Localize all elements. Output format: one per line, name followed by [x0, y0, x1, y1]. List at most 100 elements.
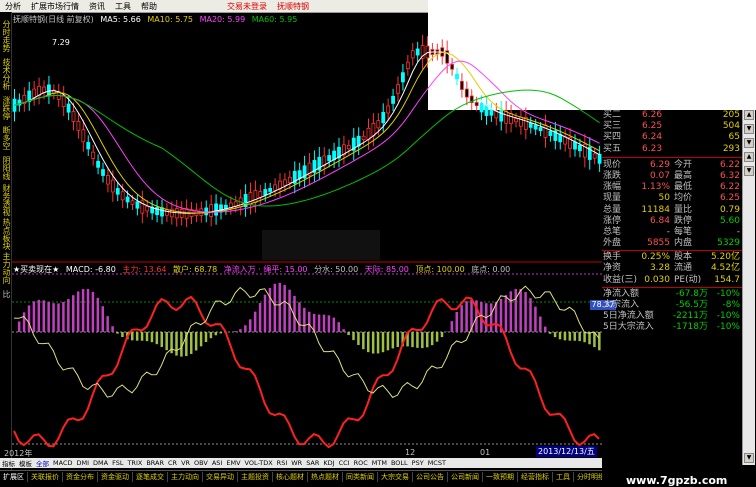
- bottom-tab-4[interactable]: 逐笔成交: [133, 471, 168, 482]
- bottom-tab-0[interactable]: 扩展区: [0, 471, 28, 482]
- bottom-tab-6[interactable]: 交易异动: [203, 471, 238, 482]
- indicator-0[interactable]: 指标: [0, 458, 17, 468]
- indicator-9[interactable]: CR: [166, 459, 179, 467]
- indicator-1[interactable]: 模板: [17, 458, 34, 468]
- indicator-4[interactable]: DMI: [74, 459, 91, 467]
- indicator-13[interactable]: EMV: [224, 459, 242, 467]
- indicator-19[interactable]: CCI: [337, 459, 352, 467]
- indicator-name[interactable]: ★买卖现在★: [13, 265, 59, 274]
- indicator-14[interactable]: VOL-TDX: [243, 459, 275, 467]
- candle-body: [460, 80, 464, 90]
- scroll-btn-1[interactable]: ▼: [744, 124, 754, 134]
- indicator-5[interactable]: DMA: [91, 459, 110, 467]
- bottom-tab-15[interactable]: 经营指标: [518, 471, 553, 482]
- candle-body: [258, 191, 263, 198]
- candle-body: [519, 116, 523, 127]
- tool-jishu[interactable]: 技术分析: [1, 58, 12, 90]
- indicator-22[interactable]: BOLL: [389, 459, 410, 467]
- tool-zhuli[interactable]: 主力动向: [1, 252, 12, 284]
- candle-body: [32, 88, 37, 98]
- candle-body: [361, 135, 366, 141]
- sub-bar: [278, 282, 281, 332]
- menu-info[interactable]: 资讯: [84, 1, 110, 12]
- sub-bar: [303, 307, 306, 332]
- scrollbar[interactable]: ▲ ▼ ▼ ▲ ▼ ▼: [742, 110, 755, 465]
- sub-bar: [47, 301, 50, 332]
- indicator-10[interactable]: VR: [179, 459, 192, 467]
- sub-bar: [317, 314, 321, 332]
- sub-bar: [234, 331, 237, 332]
- indicator-24[interactable]: MCST: [426, 459, 448, 467]
- menu-tools[interactable]: 工具: [110, 1, 136, 12]
- bottom-tab-12[interactable]: 公司公告: [413, 471, 448, 482]
- indicator-11[interactable]: OBV: [192, 459, 210, 467]
- sub-bar: [288, 289, 291, 332]
- main-chart-header: 抚顺特钢(日线 前复权) MA5: 5.66 MA10: 5.75 MA20: …: [13, 14, 301, 25]
- bottom-tab-9[interactable]: 热点题材: [308, 471, 343, 482]
- menu-analysis[interactable]: 分析: [0, 1, 26, 12]
- didian-value: 底点: 0.00: [471, 265, 511, 274]
- bottom-tab-10[interactable]: 同类新闻: [343, 471, 378, 482]
- bottom-tab-2[interactable]: 资金分布: [63, 471, 98, 482]
- indicator-16[interactable]: WR: [289, 459, 304, 467]
- bottom-tab-17[interactable]: 分时明细: [574, 472, 602, 482]
- indicator-12[interactable]: ASI: [210, 459, 225, 467]
- bottom-tab-3[interactable]: 资金驱动: [98, 471, 133, 482]
- indicator-23[interactable]: PSY: [410, 459, 426, 467]
- indicator-15[interactable]: RSI: [275, 459, 290, 467]
- indicator-8[interactable]: BRAR: [144, 459, 166, 467]
- ma5-label: MA5: 5.66: [100, 15, 141, 24]
- quote-label: 流通: [674, 263, 693, 274]
- tool-duokong[interactable]: 断多空: [1, 126, 12, 150]
- bottom-tab-16[interactable]: 工具: [553, 471, 574, 482]
- bottom-tab-5[interactable]: 主力动向: [168, 471, 203, 482]
- trade-login-status[interactable]: 交易未登录: [222, 1, 272, 12]
- menu-help[interactable]: 帮助: [136, 1, 162, 12]
- quote-label: PE(动): [674, 274, 702, 285]
- bottom-tab-1[interactable]: 关联报价: [28, 471, 63, 482]
- scroll-btn-2[interactable]: ▼: [744, 138, 754, 148]
- bottom-tab-11[interactable]: 大宗交易: [378, 471, 413, 482]
- tool-fenshi[interactable]: 分时走势: [1, 20, 12, 52]
- indicator-7[interactable]: TRIX: [125, 459, 144, 467]
- jlr-value: 净流入万 · 绳平: 15.00: [223, 265, 308, 274]
- bottom-tab-14[interactable]: 一致预期: [483, 471, 518, 482]
- tool-caiwu[interactable]: 财务透视: [1, 184, 12, 216]
- kline-chart[interactable]: [12, 12, 602, 460]
- tool-yinyang[interactable]: 阴阳线: [1, 156, 12, 180]
- tool-zhangdie[interactable]: 涨跌停: [1, 96, 12, 120]
- indicator-20[interactable]: ROC: [352, 459, 370, 467]
- candle-body: [455, 73, 459, 80]
- sub-bar: [362, 332, 365, 350]
- quote-label: 每笔: [674, 226, 693, 237]
- scroll-up-icon[interactable]: ▲: [744, 110, 754, 120]
- menu-ext-market[interactable]: 扩展市场行情: [26, 1, 84, 12]
- tool-bi[interactable]: 比: [1, 290, 12, 298]
- bottom-tab-7[interactable]: 主题投资: [238, 471, 273, 482]
- indicator-21[interactable]: MTM: [370, 459, 389, 467]
- quote-value: 1.13%: [641, 182, 670, 193]
- scroll-down-icon[interactable]: ▼: [744, 453, 754, 463]
- scroll-btn-3[interactable]: ▲: [744, 152, 754, 162]
- stock-name-tab[interactable]: 抚顺特钢: [272, 1, 314, 12]
- candle-body: [283, 179, 287, 186]
- bottom-tab-8[interactable]: 核心题材: [273, 471, 308, 482]
- indicator-6[interactable]: FSL: [110, 459, 125, 467]
- indicator-18[interactable]: KDJ: [321, 459, 336, 467]
- tool-redian[interactable]: 热点板块: [1, 218, 12, 250]
- sub-bar: [101, 306, 104, 332]
- candle-body: [214, 203, 218, 216]
- indicator-3[interactable]: MACD: [51, 459, 74, 467]
- bottom-tab-13[interactable]: 公司新闻: [448, 471, 483, 482]
- indicator-2[interactable]: 全部: [34, 458, 51, 468]
- candle-body: [297, 170, 302, 179]
- scroll-btn-4[interactable]: ▼: [744, 166, 754, 176]
- sub-bar: [175, 332, 178, 356]
- candle-body: [130, 200, 135, 205]
- candle-body: [509, 113, 513, 124]
- quote-value: 3.28: [649, 263, 670, 274]
- indicator-17[interactable]: SAR: [304, 459, 321, 467]
- candle-body: [71, 111, 76, 122]
- flow-label: 大宗流入: [603, 300, 640, 310]
- quote-label: 量比: [674, 204, 693, 215]
